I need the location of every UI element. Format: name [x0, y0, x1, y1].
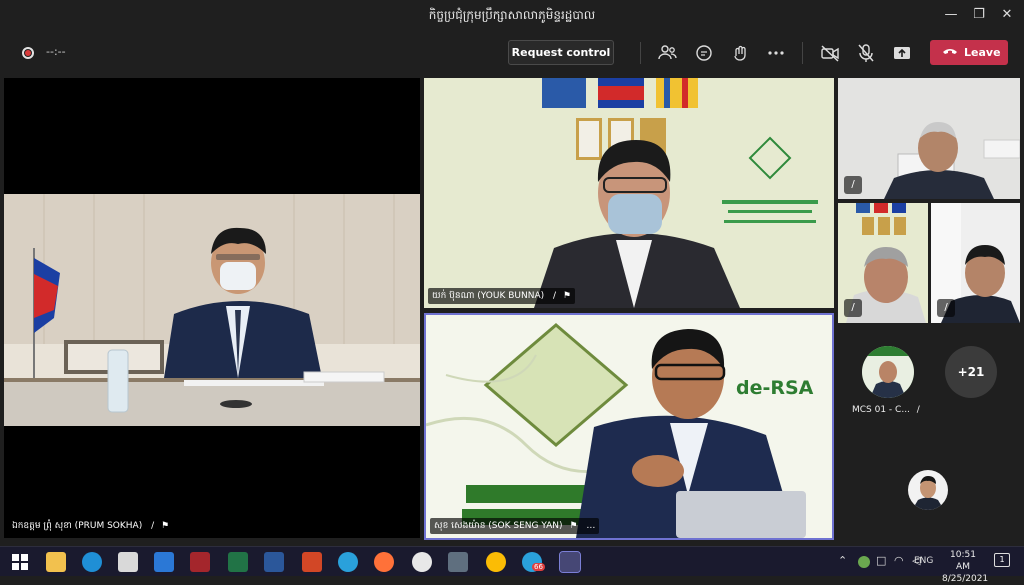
- request-control-button[interactable]: Request control: [508, 40, 614, 65]
- title-bar: កិច្ចប្រជុំក្រុមប្រឹក្សាសាលាភូមិន្ទរដ្ឋប…: [0, 0, 1024, 30]
- leave-label: Leave: [964, 46, 1001, 59]
- mcs-label: MCS 01 - C...: [852, 405, 910, 415]
- more-participants-button[interactable]: +21: [945, 346, 997, 398]
- mic-muted-badge: /: [937, 299, 955, 317]
- clock[interactable]: 10:51 AM 8/25/2021: [942, 549, 989, 585]
- reactions-icon[interactable]: [729, 42, 751, 64]
- toolbar-divider-2: [802, 42, 803, 64]
- mic-muted-badge: /: [844, 176, 862, 194]
- video-feed-participant-1: [838, 78, 1020, 199]
- toolbar-divider: [640, 42, 641, 64]
- powerpoint-icon[interactable]: [302, 552, 322, 572]
- self-avatar-image: [908, 470, 948, 510]
- mic-off-icon[interactable]: [855, 42, 877, 64]
- video-tile-participant-3[interactable]: /: [931, 203, 1020, 323]
- close-button[interactable]: ✕: [996, 4, 1018, 26]
- mic-muted-icon: /: [916, 405, 920, 415]
- wifi-icon[interactable]: ◠: [894, 554, 904, 567]
- leave-button[interactable]: Leave: [930, 40, 1008, 65]
- recording-icon: [22, 47, 34, 59]
- participant-name: ឯកឧត្តម ព្រុំ សុខា (PRUM SOKHA): [12, 521, 143, 531]
- hangup-icon: [943, 49, 957, 54]
- chat-icon[interactable]: [693, 42, 715, 64]
- participant-name: យក់ ប៊ុនណា (YOUK BUNNA): [432, 291, 545, 301]
- teams-icon[interactable]: [559, 551, 581, 573]
- file-explorer-icon[interactable]: [46, 552, 66, 572]
- video-tile-youk-bunna[interactable]: យក់ ប៊ុនណា (YOUK BUNNA) / ⚑: [424, 78, 834, 308]
- telegram-icon[interactable]: [338, 552, 358, 572]
- windows-taskbar: 66 ⌃ □ ◠ ◁ ENG 10:51 AM 8/25/2021 1: [0, 546, 1024, 584]
- pin-icon: ⚑: [569, 521, 578, 531]
- app-icon[interactable]: [412, 552, 432, 572]
- participant-label-prum-sokha: ឯកឧត្តម ព្រុំ សុខា (PRUM SOKHA) / ⚑: [8, 518, 174, 534]
- language-indicator[interactable]: ENG: [914, 556, 933, 566]
- edge-icon[interactable]: [82, 552, 102, 572]
- telegram-icon-2[interactable]: 66: [522, 552, 545, 572]
- participant-name: សុខ សេងយ៉ាន (SOK SENG YAN): [434, 521, 563, 531]
- word-icon[interactable]: [264, 552, 284, 572]
- share-screen-icon[interactable]: [891, 42, 913, 64]
- restore-button[interactable]: ❐: [968, 4, 990, 26]
- video-tile-participant-2[interactable]: /: [838, 203, 928, 323]
- participant-name-mcs01: MCS 01 - C... /: [852, 405, 920, 415]
- clock-time: 10:51 AM: [950, 550, 976, 572]
- avatar-image: [862, 346, 914, 398]
- more-options-icon[interactable]: [765, 42, 787, 64]
- video-tile-prum-sokha[interactable]: ឯកឧត្តម ព្រុំ សុខា (PRUM SOKHA) / ⚑: [4, 78, 420, 538]
- overflow-count: +21: [957, 365, 985, 379]
- chrome-icon[interactable]: [486, 552, 506, 572]
- video-feed-youk-bunna: [424, 78, 834, 308]
- network-icon[interactable]: □: [876, 554, 886, 567]
- camera-icon[interactable]: [448, 552, 468, 572]
- mic-muted-icon: /: [553, 291, 557, 301]
- window-title: កិច្ចប្រជុំក្រុមប្រឹក្សាសាលាភូមិន្ទរដ្ឋប…: [428, 8, 596, 22]
- minimize-button[interactable]: —: [940, 4, 962, 26]
- video-feed-sok-seng-yan: [426, 315, 832, 538]
- video-tile-participant-1[interactable]: /: [838, 78, 1020, 199]
- notification-count: 1: [999, 555, 1005, 564]
- store-icon[interactable]: [118, 552, 138, 572]
- notification-icon[interactable]: 1: [994, 553, 1010, 567]
- mic-muted-badge: /: [844, 299, 862, 317]
- participant-label-sok-seng-yan: សុខ សេងយ៉ាន (SOK SENG YAN) ⚑ …: [430, 518, 600, 534]
- meeting-toolbar: --:-- Request control Leave: [0, 30, 1024, 76]
- mail-icon[interactable]: [154, 552, 174, 572]
- access-icon[interactable]: [190, 552, 210, 572]
- participant-label-youk-bunna: យក់ ប៊ុនណា (YOUK BUNNA) / ⚑: [428, 288, 575, 304]
- self-view-avatar[interactable]: [908, 470, 948, 510]
- video-feed-prum-sokha: [4, 194, 420, 426]
- screen-banner-text: de-RSA: [736, 377, 814, 399]
- people-icon[interactable]: [657, 42, 679, 64]
- clock-date: 8/25/2021: [942, 574, 989, 584]
- firefox-icon[interactable]: [374, 552, 394, 572]
- show-hidden-icons[interactable]: ⌃: [838, 554, 847, 567]
- more-icon[interactable]: …: [586, 521, 595, 531]
- camera-off-icon[interactable]: [819, 42, 841, 64]
- pin-icon: ⚑: [161, 521, 170, 531]
- video-tile-sok-seng-yan[interactable]: de-RSA សុខ សេងយ៉ាន (SOK SENG YAN) ⚑ …: [424, 313, 834, 540]
- windows-start-icon[interactable]: [10, 552, 30, 572]
- excel-icon[interactable]: [228, 552, 248, 572]
- telegram-badge: 66: [532, 563, 545, 571]
- tray-app-icon[interactable]: [858, 556, 870, 568]
- pin-icon: ⚑: [562, 291, 571, 301]
- meeting-timer: --:--: [46, 45, 66, 58]
- avatar-mcs01[interactable]: [862, 346, 914, 398]
- mic-muted-icon: /: [151, 521, 155, 531]
